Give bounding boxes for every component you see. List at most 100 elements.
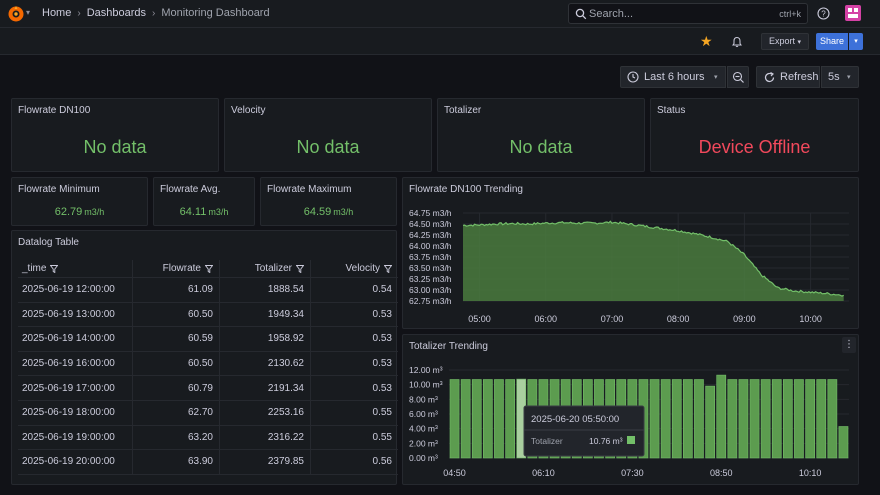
panel-title: Datalog Table — [18, 237, 79, 248]
stat-unit: m3/h — [84, 207, 105, 217]
table-row[interactable]: 2025-06-19 16:00:00 60.50 2130.62 0.53 — [18, 351, 398, 377]
search-icon — [575, 8, 587, 20]
grafana-logo-icon[interactable] — [7, 5, 25, 23]
stat-value: No data — [296, 137, 360, 157]
zoom-out-button[interactable] — [727, 66, 749, 88]
table-row[interactable]: 2025-06-19 14:00:00 60.59 1958.92 0.53 — [18, 327, 398, 352]
chevron-right-icon: › — [152, 7, 156, 19]
cell-totalizer: 2316.22 — [220, 425, 311, 450]
table-row[interactable]: 2025-06-19 17:00:00 60.79 2191.34 0.53 — [18, 376, 398, 401]
breadcrumb-home[interactable]: Home — [42, 7, 71, 19]
breadcrumb-dashboards[interactable]: Dashboards — [87, 7, 146, 19]
refresh-interval-picker[interactable]: 5s ▾ — [821, 66, 859, 88]
bar — [805, 379, 816, 459]
panel-title: Flowrate DN100 — [18, 105, 91, 116]
y-tick-label: 8.00 m³ — [409, 394, 438, 404]
panel-flowrate-minimum[interactable]: Flowrate Minimum 62.79 m3/h — [11, 177, 148, 226]
cell-totalizer: 1888.54 — [220, 278, 311, 302]
share-button[interactable]: Share — [816, 33, 848, 50]
filter-icon[interactable] — [384, 264, 392, 273]
y-tick-label: 2.00 m³ — [409, 438, 438, 448]
cell-flowrate: 63.20 — [133, 425, 220, 450]
x-tick-label: 07:30 — [621, 468, 644, 478]
column-header-totalizer[interactable]: Totalizer — [220, 260, 311, 277]
y-tick-label: 64.50 m3/h — [409, 219, 452, 229]
chevron-down-icon[interactable]: ▾ — [26, 8, 30, 17]
panel-title: Flowrate Avg. — [160, 184, 221, 195]
stat-number: 64.59 — [303, 206, 332, 218]
column-header-velocity[interactable]: Velocity — [311, 260, 398, 277]
column-header-time[interactable]: _time — [18, 260, 133, 277]
cell-velocity: 0.54 — [372, 284, 392, 296]
y-tick-label: 10.00 m³ — [409, 380, 443, 390]
cell-totalizer: 2379.85 — [220, 450, 311, 474]
cell-time: 2025-06-19 18:00:00 — [18, 400, 133, 425]
time-range-picker[interactable]: Last 6 hours ▾ — [620, 66, 726, 88]
avatar[interactable] — [845, 5, 861, 21]
x-tick-label: 10:00 — [799, 314, 822, 324]
panel-velocity[interactable]: Velocity No data — [224, 98, 432, 172]
tooltip-swatch — [627, 436, 635, 444]
search-input[interactable]: Search... ctrl+k — [568, 3, 808, 24]
star-icon[interactable]: ★ — [700, 33, 713, 50]
table-row[interactable]: 2025-06-19 13:00:00 60.50 1949.34 0.53 — [18, 302, 398, 328]
totalizer-trend-chart[interactable]: 12.00 m³ 10.00 m³ 8.00 m³ 6.00 m³ 4.00 m³ 2.0… — [403, 335, 858, 484]
refresh-button[interactable]: Refresh — [756, 66, 820, 88]
panel-totalizer-trending[interactable]: Totalizer Trending ⋮ 12.00 m³ 10.00 m³ 8.0… — [402, 334, 859, 485]
filter-icon[interactable] — [205, 264, 213, 273]
y-tick-label: 63.00 m3/h — [409, 285, 452, 295]
panel-flowrate-maximum[interactable]: Flowrate Maximum 64.59 m3/h — [260, 177, 397, 226]
cell-totalizer: 2191.34 — [220, 376, 311, 400]
cell-time: 2025-06-19 17:00:00 — [18, 376, 133, 400]
stat-value: No data — [83, 137, 147, 157]
cell-time: 2025-06-19 14:00:00 — [18, 327, 133, 351]
cell-flowrate: 62.70 — [133, 400, 220, 425]
panel-datalog-table[interactable]: Datalog Table _time Flowrate Totalizer V… — [11, 230, 398, 485]
flowrate-trend-chart[interactable]: 64.75 m3/h64.50 m3/h64.25 m3/h64.00 m3/h… — [403, 178, 858, 328]
cell-flowrate: 60.59 — [133, 327, 220, 351]
search-shortcut: ctrl+k — [779, 9, 801, 19]
panel-totalizer[interactable]: Totalizer No data — [437, 98, 645, 172]
chart-tooltip: 2025-06-20 05:50:00 Totalizer 10.76 m³ — [523, 405, 645, 457]
bell-icon[interactable] — [731, 36, 743, 48]
cell-velocity: 0.53 — [372, 382, 392, 394]
cell-totalizer: 1949.34 — [220, 302, 311, 327]
panel-flowrate-trending[interactable]: Flowrate DN100 Trending 64.75 m3/h 64.50 … — [402, 177, 859, 329]
share-options-button[interactable]: ▾ — [849, 33, 863, 50]
export-label: Export — [768, 36, 795, 46]
cell-time: 2025-06-19 12:00:00 — [18, 278, 133, 302]
chevron-right-icon: › — [77, 7, 81, 19]
refresh-label: Refresh — [780, 71, 819, 83]
column-header-flowrate[interactable]: Flowrate — [133, 260, 220, 277]
y-tick-label: 64.00 m3/h — [409, 241, 452, 251]
help-icon[interactable]: ? — [817, 7, 830, 20]
x-tick-label: 04:50 — [443, 468, 466, 478]
cell-velocity: 0.53 — [372, 333, 392, 345]
panel-title: Flowrate Minimum — [18, 184, 100, 195]
y-tick-label: 12.00 m³ — [409, 365, 443, 375]
x-tick-label: 08:50 — [710, 468, 733, 478]
bar — [827, 379, 838, 459]
chevron-down-icon: ▾ — [797, 39, 802, 46]
cell-velocity: 0.53 — [372, 308, 392, 320]
y-tick-label: 63.50 m3/h — [409, 263, 452, 273]
export-button[interactable]: Export ▾ — [761, 33, 809, 50]
column-header-label: Velocity — [345, 263, 380, 274]
panel-status[interactable]: Status Device Offline — [650, 98, 859, 172]
bar — [816, 379, 827, 459]
table-row[interactable]: 2025-06-19 12:00:00 61.09 1888.54 0.54 — [18, 278, 398, 303]
table-row[interactable]: 2025-06-19 20:00:00 63.90 2379.85 0.56 — [18, 450, 398, 475]
table-row[interactable]: 2025-06-19 19:00:00 63.20 2316.22 0.55 — [18, 425, 398, 451]
panel-flowrate-avg[interactable]: Flowrate Avg. 64.11 m3/h — [153, 177, 255, 226]
cell-velocity: 0.56 — [372, 456, 392, 468]
x-tick-label: 06:10 — [532, 468, 555, 478]
panel-flowrate-dn100[interactable]: Flowrate DN100 No data — [11, 98, 219, 172]
filter-icon[interactable] — [296, 264, 304, 273]
filter-icon[interactable] — [50, 264, 59, 273]
stat-value: 64.11 m3/h — [154, 206, 254, 218]
bar — [749, 379, 760, 459]
table-row[interactable]: 2025-06-19 18:00:00 62.70 2253.16 0.55 — [18, 400, 398, 426]
y-tick-label: 64.25 m3/h — [409, 230, 452, 240]
bar — [494, 379, 504, 459]
cell-totalizer: 2253.16 — [220, 400, 311, 425]
